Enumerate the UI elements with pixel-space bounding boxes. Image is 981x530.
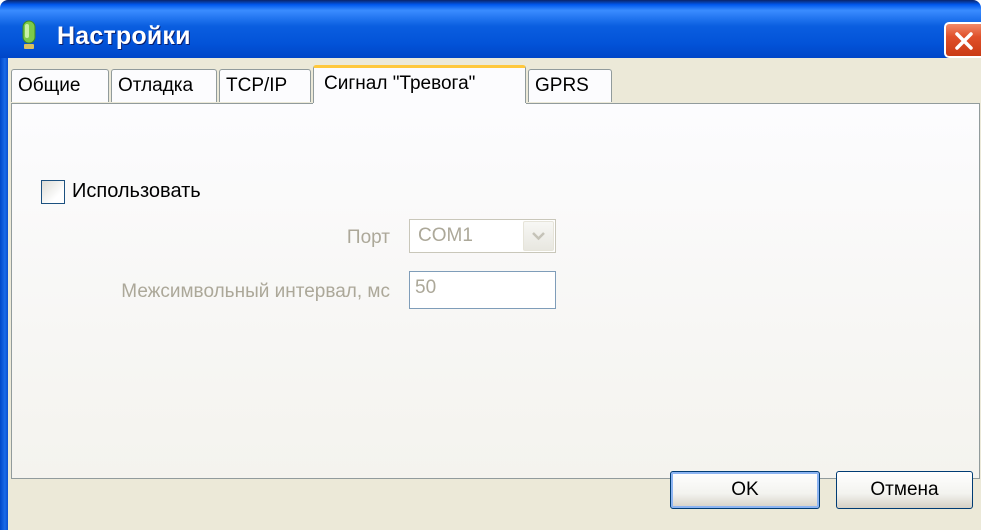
tab-tcpip[interactable]: TCP/IP [219, 69, 311, 102]
window-title: Настройки [57, 22, 191, 50]
use-checkbox-label[interactable]: Использовать [72, 180, 201, 203]
port-label: Порт [346, 227, 390, 248]
window-frame-left [0, 58, 8, 530]
tab-alarm-signal-label: Сигнал "Тревога" [324, 73, 476, 94]
cancel-button[interactable]: Отмена [836, 471, 973, 509]
ok-button[interactable]: OK [670, 471, 820, 509]
tab-debug-label: Отладка [118, 75, 194, 96]
tab-alarm-signal[interactable]: Сигнал "Тревога" [313, 65, 526, 105]
port-select-value: COM1 [418, 225, 473, 246]
interval-label: Межсимвольный интервал, мс [121, 281, 390, 302]
tab-gprs-label: GPRS [535, 75, 589, 96]
use-checkbox[interactable] [41, 180, 65, 204]
interval-input[interactable]: 50 [409, 271, 556, 309]
tab-panel: Использовать Порт COM1 Межсимвольный инт… [11, 103, 980, 479]
close-button[interactable] [944, 22, 981, 58]
settings-window: Настройки Общие Отладка TCP/IP Сигнал "Т… [0, 0, 981, 530]
interval-input-value: 50 [415, 277, 437, 298]
tab-general-label: Общие [18, 75, 81, 96]
app-icon [22, 20, 36, 49]
chevron-down-icon [532, 232, 545, 241]
title-bar[interactable]: Настройки [0, 0, 981, 58]
port-select[interactable]: COM1 [409, 219, 556, 253]
tab-gprs[interactable]: GPRS [528, 69, 612, 102]
tab-general[interactable]: Общие [11, 69, 109, 102]
port-dropdown-button[interactable] [523, 221, 554, 251]
dialog-client-area: Общие Отладка TCP/IP Сигнал "Тревога" GP… [8, 58, 981, 530]
close-icon [955, 32, 973, 50]
tab-debug[interactable]: Отладка [111, 69, 217, 102]
active-tab-join [313, 103, 526, 105]
tab-tcpip-label: TCP/IP [226, 75, 288, 96]
